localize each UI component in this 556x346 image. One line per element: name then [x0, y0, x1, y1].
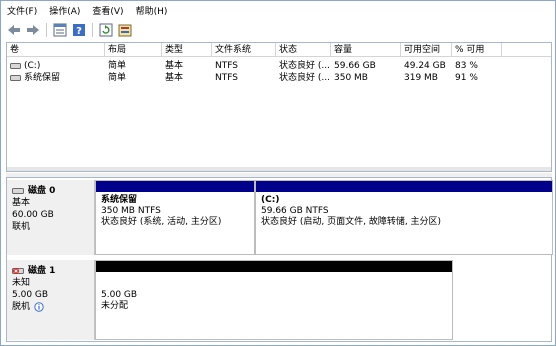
partition-unallocated[interactable]: 5.00 GB 未分配 — [95, 260, 453, 340]
unallocated-bar — [96, 261, 452, 272]
volume-name: 系统保留 — [24, 73, 61, 83]
properties-icon[interactable] — [52, 22, 68, 38]
volume-cell: (C:) — [7, 60, 105, 72]
partition-status: 状态良好 (系统, 活动, 主分区) — [101, 217, 222, 227]
forward-arrow-icon[interactable] — [25, 22, 41, 38]
layout-cell: 简单 — [108, 61, 127, 71]
volume-list-header: 卷 布局 类型 文件系统 状态 容量 可用空间 % 可用 — [7, 43, 551, 57]
status-cell: 状态良好 (... — [279, 61, 330, 71]
percent-free-cell: 91 % — [455, 73, 478, 83]
disk-0-row: 磁盘 0 基本 60.00 GB 联机 系统保留 350 MB NTFS 状态良… — [7, 180, 553, 255]
partition-name: 系统保留 — [101, 195, 138, 205]
menu-bar: 文件(F) 操作(A) 查看(V) 帮助(H) — [1, 1, 555, 19]
volume-list: 卷 布局 类型 文件系统 状态 容量 可用空间 % 可用 (C:) 简单 基本 … — [6, 42, 552, 172]
column-header-type[interactable]: 类型 — [162, 43, 212, 57]
menu-help[interactable]: 帮助(H) — [136, 4, 168, 17]
disk-1-info[interactable]: 磁盘 1 未知 5.00 GB 脱机 — [7, 260, 95, 340]
column-header-percent-free[interactable]: % 可用 — [452, 43, 502, 57]
filesystem-cell: NTFS — [215, 61, 238, 71]
disk-offline-icon — [12, 268, 24, 274]
column-header-capacity[interactable]: 容量 — [331, 43, 401, 57]
disk-title: 磁盘 0 — [12, 185, 94, 197]
refresh-icon[interactable] — [98, 22, 114, 38]
disk-map: 磁盘 0 基本 60.00 GB 联机 系统保留 350 MB NTFS 状态良… — [6, 177, 553, 342]
partition-size: 59.66 GB NTFS — [261, 206, 329, 216]
filesystem-cell: NTFS — [215, 73, 238, 83]
partition-size: 350 MB NTFS — [101, 206, 161, 216]
volume-cell: 系统保留 — [7, 72, 105, 84]
column-header-free-space[interactable]: 可用空间 — [401, 43, 452, 57]
disk-state: 联机 — [12, 222, 31, 232]
info-icon[interactable] — [34, 302, 44, 312]
toolbar: ? — [1, 19, 555, 41]
disk-management-window: 文件(F) 操作(A) 查看(V) 帮助(H) ? 卷 布局 类型 文件系统 状… — [0, 0, 556, 346]
disk-type: 未知 — [12, 278, 31, 288]
disk-0-info[interactable]: 磁盘 0 基本 60.00 GB 联机 — [7, 180, 95, 255]
column-header-status[interactable]: 状态 — [276, 43, 331, 57]
disk-type: 基本 — [12, 198, 31, 208]
volume-icon — [10, 63, 21, 69]
menu-view[interactable]: 查看(V) — [92, 4, 123, 17]
free-space-cell: 319 MB — [404, 73, 438, 83]
column-header-volume[interactable]: 卷 — [7, 43, 105, 57]
partition-size: 5.00 GB — [101, 290, 138, 300]
capacity-cell: 350 MB — [334, 73, 368, 83]
help-icon[interactable]: ? — [71, 22, 87, 38]
disk-title: 磁盘 1 — [12, 265, 94, 277]
table-row[interactable]: (C:) 简单 基本 NTFS 状态良好 (... 59.66 GB 49.24… — [7, 60, 551, 72]
partition-c-drive[interactable]: (C:) 59.66 GB NTFS 状态良好 (启动, 页面文件, 故障转储,… — [255, 180, 553, 255]
horizontal-scrollbar[interactable] — [7, 167, 551, 171]
status-cell: 状态良好 (... — [279, 73, 330, 83]
free-space-cell: 49.24 GB — [404, 61, 446, 71]
disk-1-row: 磁盘 1 未知 5.00 GB 脱机 5.00 GB 未分配 — [7, 260, 453, 340]
capacity-cell: 59.66 GB — [334, 61, 376, 71]
disk-name: 磁盘 1 — [28, 266, 56, 276]
partition-body: 系统保留 350 MB NTFS 状态良好 (系统, 活动, 主分区) — [96, 192, 254, 228]
disk-size: 60.00 GB — [12, 210, 54, 220]
partition-status: 状态良好 (启动, 页面文件, 故障转储, 主分区) — [261, 217, 442, 227]
column-header-layout[interactable]: 布局 — [105, 43, 162, 57]
volume-name: (C:) — [24, 61, 41, 71]
menu-file[interactable]: 文件(F) — [7, 4, 37, 17]
layout-cell: 简单 — [108, 73, 127, 83]
type-cell: 基本 — [165, 61, 184, 71]
toolbar-separator — [92, 23, 93, 37]
disk-size: 5.00 GB — [12, 290, 49, 300]
partition-system-reserved[interactable]: 系统保留 350 MB NTFS 状态良好 (系统, 活动, 主分区) — [95, 180, 255, 255]
disk-name: 磁盘 0 — [28, 186, 56, 196]
type-cell: 基本 — [165, 73, 184, 83]
toolbar-separator — [46, 23, 47, 37]
disk-state: 脱机 — [12, 302, 31, 312]
partition-name: (C:) — [261, 195, 280, 205]
partition-status: 未分配 — [101, 301, 129, 311]
back-arrow-icon[interactable] — [6, 22, 22, 38]
rescan-icon[interactable] — [117, 22, 133, 38]
partition-body: 5.00 GB 未分配 — [96, 272, 452, 312]
partition-body: (C:) 59.66 GB NTFS 状态良好 (启动, 页面文件, 故障转储,… — [256, 192, 552, 228]
volume-icon — [10, 75, 21, 81]
svg-text:?: ? — [76, 26, 82, 37]
menu-action[interactable]: 操作(A) — [49, 4, 80, 17]
percent-free-cell: 83 % — [455, 61, 478, 71]
column-header-filesystem[interactable]: 文件系统 — [212, 43, 276, 57]
primary-partition-bar — [96, 181, 254, 192]
disk-icon — [12, 188, 24, 194]
primary-partition-bar — [256, 181, 552, 192]
table-row[interactable]: 系统保留 简单 基本 NTFS 状态良好 (... 350 MB 319 MB … — [7, 72, 551, 84]
disk-state-row: 脱机 — [12, 301, 94, 313]
